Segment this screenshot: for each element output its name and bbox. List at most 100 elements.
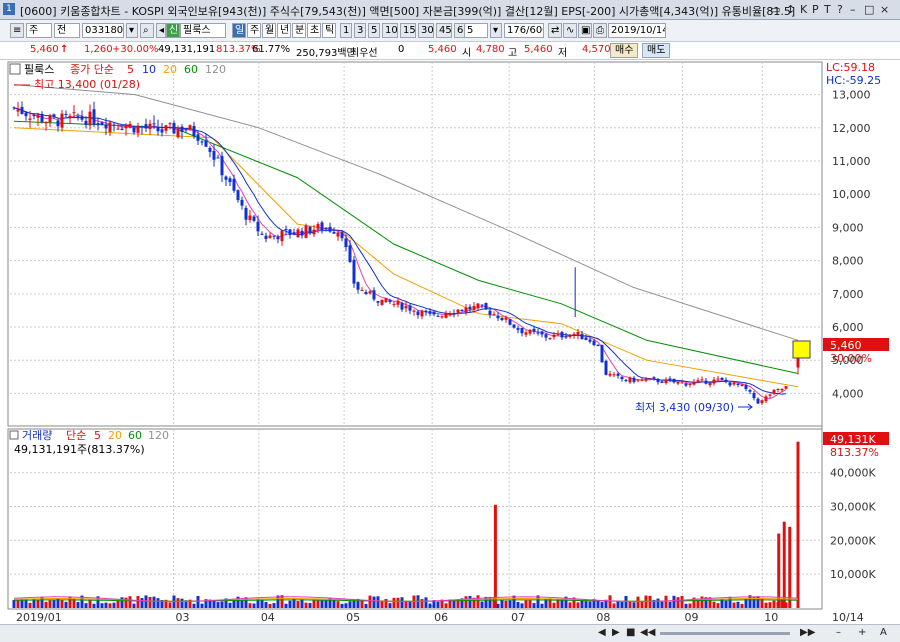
candle-body: [396, 301, 400, 305]
volume-bar: [168, 602, 172, 608]
scroll-right-icon[interactable]: ▶: [612, 627, 620, 638]
close-icon[interactable]: ×: [880, 3, 889, 16]
buy-button[interactable]: 매수: [610, 43, 639, 58]
price-tick-label: 12,000: [832, 122, 871, 135]
candle-body: [40, 113, 44, 123]
type-select[interactable]: 주: [26, 23, 52, 38]
volume-bar: [756, 596, 760, 608]
candle-body: [196, 134, 200, 141]
period-select[interactable]: 전: [54, 23, 80, 38]
window-p-button[interactable]: P: [812, 3, 819, 16]
tab-week[interactable]: 주: [247, 23, 261, 38]
volume-bar: [336, 601, 340, 608]
minute-1[interactable]: 1: [340, 23, 352, 38]
candle-body: [552, 334, 556, 338]
volume-bar: [332, 600, 336, 608]
zoom-out-icon[interactable]: –: [836, 627, 841, 638]
window-t-button[interactable]: T: [824, 3, 831, 16]
minute-15[interactable]: 15: [400, 23, 416, 38]
candle-body: [548, 338, 552, 340]
candle-body: [256, 221, 260, 232]
window-k-button[interactable]: K: [800, 3, 807, 16]
candle-body: [124, 125, 128, 129]
menu-icon[interactable]: ≡: [10, 23, 24, 38]
stock-name-field[interactable]: 필룩스: [180, 23, 226, 38]
tab-day[interactable]: 일: [232, 23, 246, 38]
volume-bar: [452, 600, 456, 608]
volume-bar: [796, 441, 800, 608]
scroll-left-icon[interactable]: ◀: [598, 627, 606, 638]
volume-bar: [16, 600, 20, 608]
up-arrow-icon: ↑: [60, 44, 69, 55]
panel-collapse-icon[interactable]: [9, 63, 21, 75]
tab-tick[interactable]: 틱: [322, 23, 336, 38]
minute-10[interactable]: 10: [382, 23, 398, 38]
volume-bar: [12, 600, 16, 608]
window-resize-icon[interactable]: ↕: [786, 3, 795, 16]
window-titlebar: 1 [0600] 키움종합차트 - KOSPI 외국인보유[943(천)] 주식…: [0, 0, 900, 20]
candle-body: [492, 314, 496, 316]
tab-month[interactable]: 월: [262, 23, 276, 38]
last-price-tag-text: 5,460: [830, 339, 862, 352]
candle-body: [160, 129, 164, 133]
volume-bar: [772, 600, 776, 608]
tab-year[interactable]: 년: [277, 23, 291, 38]
sell-button[interactable]: 매도: [642, 43, 671, 58]
volume-bar: [736, 601, 740, 608]
scroll-track[interactable]: [660, 632, 790, 635]
minute-dropdown-icon[interactable]: ▾: [490, 23, 502, 38]
speaker-icon[interactable]: ◂: [156, 23, 166, 38]
candle-body: [220, 156, 224, 176]
candle-body: [180, 126, 184, 132]
help-icon[interactable]: ?: [837, 3, 843, 16]
candle-body: [400, 303, 404, 310]
candle-body: [772, 389, 776, 394]
candle-body: [516, 328, 520, 330]
minute-select[interactable]: 5: [464, 23, 488, 38]
count-field[interactable]: 176/600: [504, 23, 544, 38]
volume-bar: [588, 601, 592, 608]
minute-45[interactable]: 45: [436, 23, 452, 38]
candle-body: [620, 376, 624, 380]
candle-body: [740, 384, 744, 386]
volume-bar: [700, 596, 704, 608]
tab-minute[interactable]: 분: [292, 23, 306, 38]
save-icon[interactable]: ▣: [578, 23, 592, 38]
next-candle-marker[interactable]: [792, 340, 811, 359]
candle-body: [248, 215, 252, 221]
volume-bar: [768, 602, 772, 608]
candle-body: [572, 333, 576, 336]
scroll-start-icon[interactable]: ◀◀: [640, 627, 655, 638]
code-dropdown-icon[interactable]: ▾: [126, 23, 138, 38]
candle-body: [640, 379, 644, 381]
candle-body: [460, 309, 464, 312]
minute-3[interactable]: 3: [354, 23, 366, 38]
volume-bar: [688, 603, 692, 608]
candle-body: [728, 382, 732, 386]
maximize-icon[interactable]: □: [864, 3, 874, 16]
candle-body: [100, 122, 104, 125]
volume-bar: [304, 602, 308, 608]
indicator-icon[interactable]: ∿: [563, 23, 577, 38]
auto-scale-icon[interactable]: A: [880, 627, 887, 638]
date-field[interactable]: 2019/10/14: [608, 23, 666, 38]
stock-code-input[interactable]: 033180: [82, 23, 124, 38]
volume-bar: [640, 601, 644, 608]
tab-second[interactable]: 초: [307, 23, 321, 38]
window-pin-icon[interactable]: ▭: [770, 3, 780, 16]
search-icon[interactable]: ⌕: [140, 23, 154, 38]
minute-30[interactable]: 30: [418, 23, 434, 38]
legend-vol-ma120: 120: [148, 429, 169, 442]
minimize-icon[interactable]: –: [850, 3, 856, 16]
stock-chart: 필룩스 종가 단순 5 10 20 60 120 최고 13,400 (01/2…: [7, 61, 889, 624]
volume-bar: [92, 603, 96, 608]
volume-collapse-icon[interactable]: [9, 430, 19, 440]
zoom-in-icon[interactable]: +: [858, 627, 866, 638]
minute-5[interactable]: 5: [368, 23, 380, 38]
volume-bar: [180, 598, 184, 608]
print-icon[interactable]: ⎙: [593, 23, 607, 38]
stop-icon[interactable]: ■: [626, 627, 635, 638]
volume-tick-label: 30,000K: [830, 500, 876, 513]
chart-tool-icon[interactable]: ⇄: [548, 23, 562, 38]
scroll-end-icon[interactable]: ▶▶: [800, 627, 815, 638]
